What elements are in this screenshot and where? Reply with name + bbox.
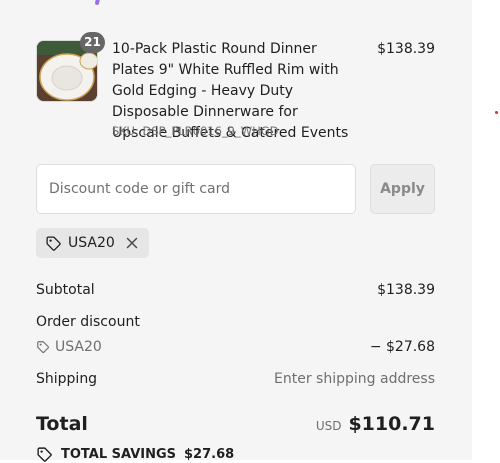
product-price: $138.39 [377,41,435,57]
applied-code-label: USA20 [68,235,115,251]
subtotal-label: Subtotal [36,282,95,298]
total-label: Total [36,413,88,435]
total-amount: $110.71 [348,413,435,435]
product-sku: SKU: DSP_PLR0016_9_WHGD [112,124,279,138]
error-indicator-dot [495,111,498,114]
tag-icon [37,447,52,462]
tag-icon [37,341,49,353]
order-summary-panel: 21 10-Pack Plastic Round Dinner Plates 9… [0,0,472,463]
apply-button[interactable]: Apply [370,164,435,214]
shipping-value: Enter shipping address [274,371,435,387]
quantity-badge: 21 [80,32,105,53]
total-savings: TOTAL SAVINGS $27.68 [36,446,234,463]
subtotal-value: $138.39 [377,282,435,298]
total-value: USD $110.71 [316,413,435,435]
applied-discount-chip: USA20 [36,228,149,258]
discount-code-input[interactable] [36,164,356,214]
close-icon [126,237,138,249]
tag-icon [46,235,61,251]
order-discount-code-label: USA20 [55,339,102,355]
checkout-main-area [472,0,500,460]
currency-code: USD [315,419,342,433]
shipping-label: Shipping [36,371,98,387]
order-discount-label: Order discount [36,314,140,330]
remove-discount-button[interactable] [125,236,139,250]
brand-accent-mark [94,0,102,6]
order-discount-code: USA20 [36,339,102,355]
order-discount-value: − $27.68 [369,339,435,355]
